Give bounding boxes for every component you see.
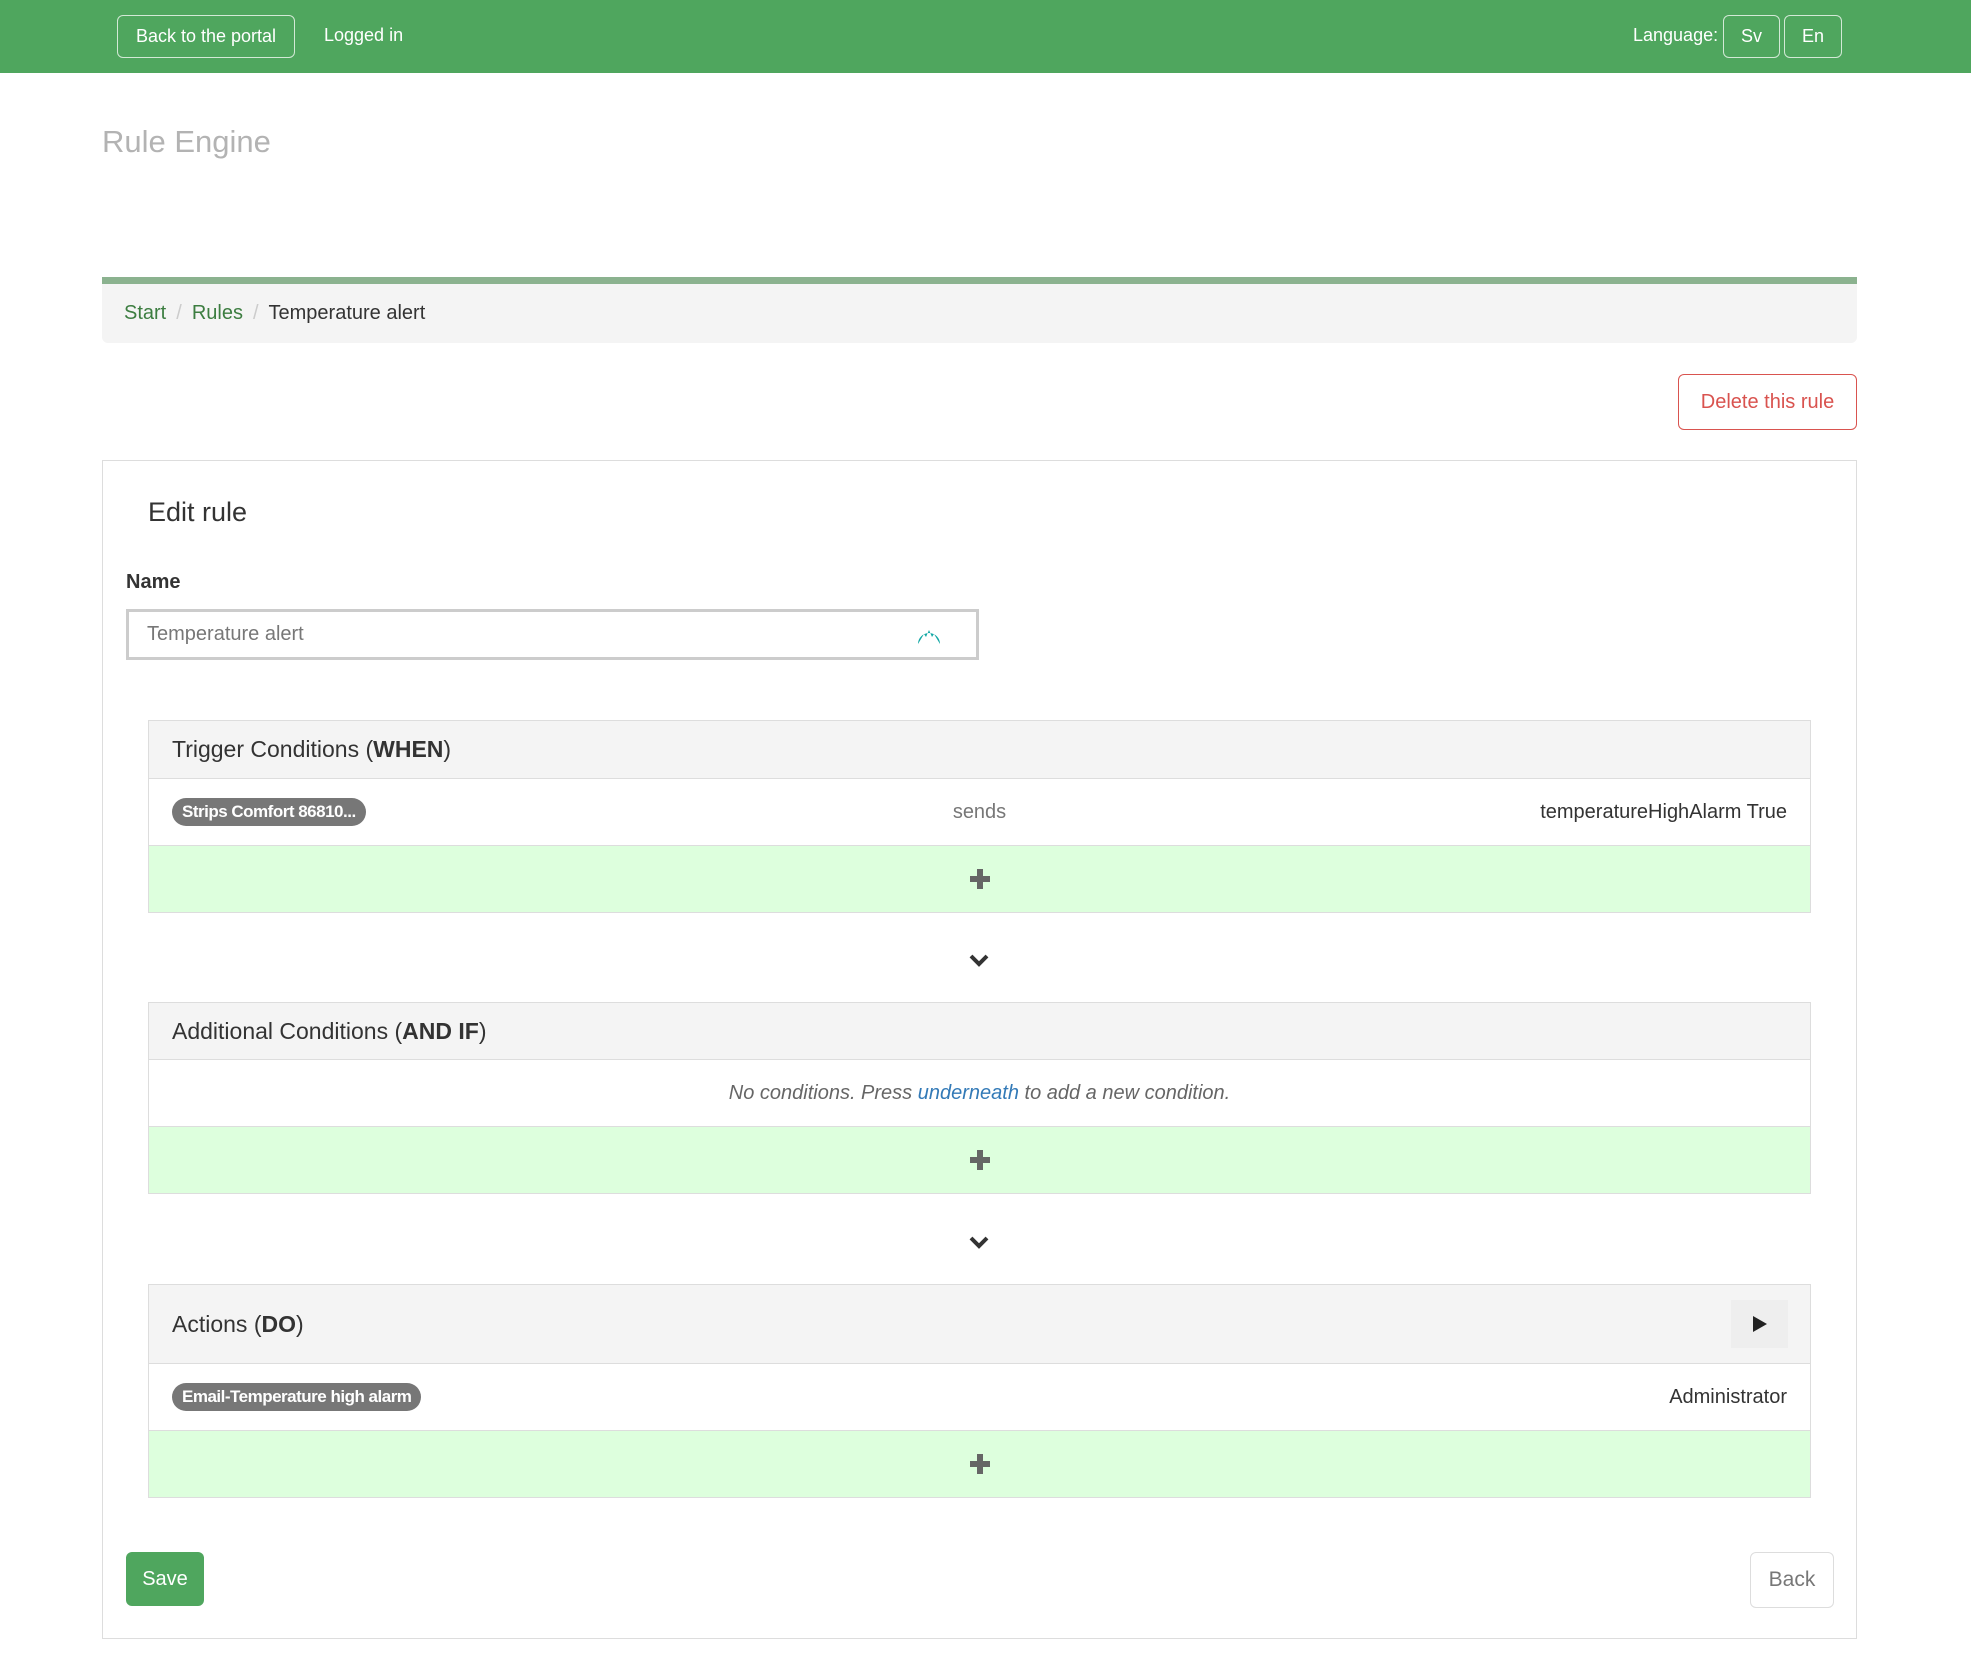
logged-in-status: Logged in [324,25,404,45]
trigger-conditions-section: Trigger Conditions (WHEN) Strips Comfort… [148,720,1811,913]
additional-title-keyword: AND IF [402,1017,479,1044]
breadcrumb-accent-bar [102,277,1857,284]
condition-value: temperatureHighAlarm True [1540,800,1787,823]
chevron-down-icon [969,954,989,967]
no-conditions-message: No conditions. Press underneath to add a… [149,1060,1810,1127]
breadcrumb-current: Temperature alert [268,302,426,324]
language-label: Language: [1633,25,1719,45]
run-actions-button[interactable] [1731,1300,1788,1348]
trigger-title-suffix: ) [443,736,452,762]
edit-rule-heading: Edit rule [148,497,248,527]
language-sv-button[interactable]: Sv [1723,15,1780,58]
underneath-link[interactable]: underneath [918,1082,1019,1105]
back-to-portal-button[interactable]: Back to the portal [117,15,295,58]
name-input[interactable]: Temperature alert [126,609,979,660]
additional-conditions-section: Additional Conditions (AND IF) No condit… [148,1002,1811,1194]
breadcrumb-separator: / [176,302,182,324]
trigger-title-keyword: WHEN [373,736,444,762]
device-badge[interactable]: Strips Comfort 86810... [172,798,366,826]
page-title: Rule Engine [102,124,271,159]
add-additional-condition-button[interactable] [149,1127,1810,1193]
trigger-condition-row[interactable]: Strips Comfort 86810... sends temperatur… [149,779,1810,846]
empty-text-after: to add a new condition. [1018,1081,1231,1104]
plus-icon [969,869,990,889]
breadcrumb: Start / Rules / Temperature alert [102,284,1857,343]
empty-text-before: No conditions. Press [728,1081,918,1104]
trigger-title-prefix: Trigger Conditions ( [172,736,374,762]
actions-heading: Actions (DO) [149,1285,1810,1364]
breadcrumb-separator: / [252,302,259,324]
action-row[interactable]: Email-Temperature high alarm Administrat… [149,1364,1810,1431]
chevron-down-icon [969,1236,989,1249]
breadcrumb-start[interactable]: Start [124,302,166,325]
plus-icon [969,1150,990,1170]
name-input-value: Temperature alert [147,623,304,645]
action-badge[interactable]: Email-Temperature high alarm [172,1383,422,1411]
nordpass-icon[interactable] [914,620,944,650]
name-label: Name [126,571,181,593]
language-en-button[interactable]: En [1784,15,1842,58]
additional-title-suffix: ) [478,1017,487,1044]
add-trigger-condition-button[interactable] [149,846,1810,912]
top-navbar: Back to the portal Logged in Language: S… [0,0,1971,73]
delete-rule-button[interactable]: Delete this rule [1678,374,1857,430]
actions-title-suffix: ) [295,1310,304,1337]
add-action-button[interactable] [149,1431,1810,1497]
actions-title-keyword: DO [261,1310,296,1337]
additional-title-prefix: Additional Conditions ( [172,1017,403,1044]
actions-section: Actions (DO) Email-Temperature high alar… [148,1284,1811,1498]
back-button[interactable]: Back [1750,1552,1834,1608]
action-recipient: Administrator [1669,1385,1787,1408]
additional-conditions-heading: Additional Conditions (AND IF) [149,1003,1810,1060]
breadcrumb-rules[interactable]: Rules [192,302,243,325]
play-icon [1752,1316,1767,1332]
actions-title-prefix: Actions ( [172,1310,262,1337]
plus-icon [969,1454,990,1474]
trigger-conditions-heading: Trigger Conditions (WHEN) [149,721,1810,779]
save-button[interactable]: Save [126,1552,204,1606]
